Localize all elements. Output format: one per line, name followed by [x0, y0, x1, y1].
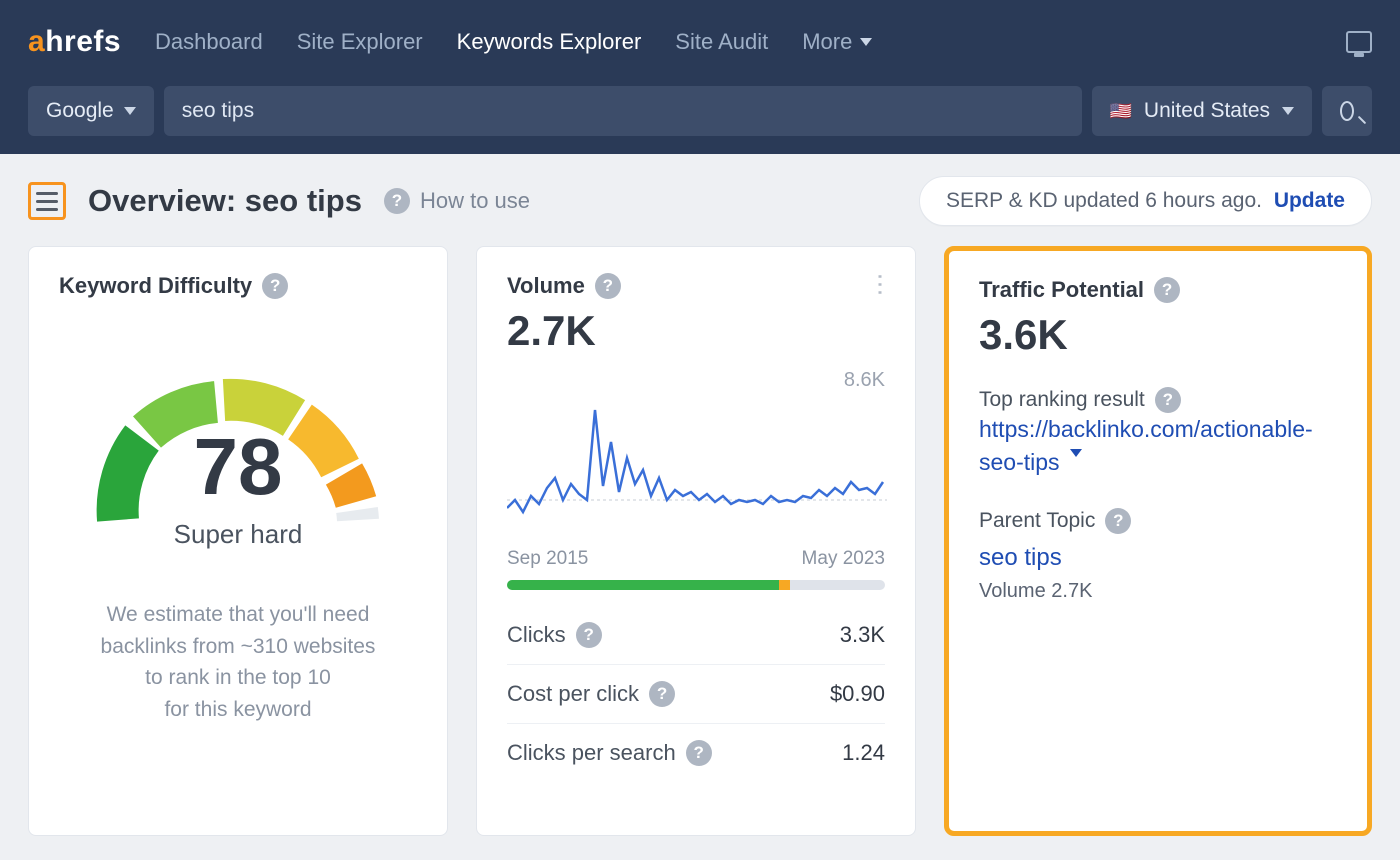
- nav-more[interactable]: More: [802, 29, 872, 55]
- kd-score: 78: [78, 427, 398, 507]
- metric-clicks: Clicks? 3.3K: [507, 606, 885, 664]
- keyword-input-value: seo tips: [182, 99, 254, 123]
- top-nav: ahrefs Dashboard Site Explorer Keywords …: [0, 0, 1400, 84]
- kd-gauge: 78 Super hard: [59, 335, 417, 545]
- nav-more-label: More: [802, 29, 852, 55]
- kd-note: We estimate that you'll need backlinks f…: [59, 599, 417, 725]
- kd-title: Keyword Difficulty: [59, 273, 252, 299]
- serp-status-pill: SERP & KD updated 6 hours ago. Update: [919, 176, 1372, 226]
- search-button[interactable]: [1322, 86, 1372, 136]
- country-select[interactable]: 🇺🇸 United States: [1092, 86, 1313, 136]
- nav-site-audit[interactable]: Site Audit: [675, 29, 768, 55]
- chevron-down-icon: [1282, 107, 1294, 115]
- kd-label: Super hard: [78, 519, 398, 550]
- page-header: Overview: seo tips ? How to use SERP & K…: [0, 154, 1400, 246]
- monitor-icon[interactable]: [1346, 31, 1372, 53]
- help-icon[interactable]: ?: [262, 273, 288, 299]
- volume-title: Volume: [507, 273, 585, 299]
- metric-value: $0.90: [830, 681, 885, 707]
- card-keyword-difficulty: Keyword Difficulty ? 78 Super hard: [28, 246, 448, 836]
- metric-label: Clicks per search: [507, 740, 676, 766]
- nav-dashboard[interactable]: Dashboard: [155, 29, 263, 55]
- country-label: United States: [1144, 99, 1270, 123]
- how-to-use-link[interactable]: ? How to use: [384, 188, 530, 214]
- nav-keywords-explorer[interactable]: Keywords Explorer: [457, 29, 642, 55]
- how-to-use-label: How to use: [420, 188, 530, 214]
- metric-cps: Clicks per search? 1.24: [507, 723, 885, 782]
- help-icon[interactable]: ?: [576, 622, 602, 648]
- tp-parent-topic-link[interactable]: seo tips: [979, 544, 1337, 572]
- brand-rest: hrefs: [45, 25, 121, 59]
- chevron-down-icon[interactable]: [1070, 457, 1082, 475]
- range-end: May 2023: [802, 548, 885, 570]
- overview-cards: Keyword Difficulty ? 78 Super hard: [0, 246, 1400, 836]
- brand-logo[interactable]: ahrefs: [28, 25, 121, 59]
- keyword-input[interactable]: seo tips: [164, 86, 1082, 136]
- range-start: Sep 2015: [507, 548, 588, 570]
- page-title: Overview: seo tips: [88, 183, 362, 219]
- kd-note-line: for this keyword: [69, 694, 407, 726]
- help-icon[interactable]: ?: [686, 740, 712, 766]
- metric-label: Cost per click: [507, 681, 639, 707]
- volume-value: 2.7K: [507, 307, 885, 355]
- help-icon[interactable]: ?: [649, 681, 675, 707]
- help-icon[interactable]: ?: [1154, 277, 1180, 303]
- kd-note-line: to rank in the top 10: [69, 662, 407, 694]
- search-engine-select[interactable]: Google: [28, 86, 154, 136]
- volume-range-slider[interactable]: [507, 580, 885, 590]
- volume-sparkline: [507, 400, 885, 540]
- flag-icon: 🇺🇸: [1110, 101, 1132, 122]
- metric-value: 3.3K: [840, 622, 885, 648]
- tp-title: Traffic Potential: [979, 277, 1144, 303]
- chevron-down-icon: [124, 107, 136, 115]
- sidebar-toggle-button[interactable]: [28, 182, 66, 220]
- card-traffic-potential: Traffic Potential ? 3.6K Top ranking res…: [944, 246, 1372, 836]
- metric-label: Clicks: [507, 622, 566, 648]
- more-menu-icon[interactable]: ⋯: [866, 273, 895, 299]
- tp-value: 3.6K: [979, 311, 1337, 359]
- search-row: Google seo tips 🇺🇸 United States: [0, 84, 1400, 154]
- tp-parent-volume: Volume 2.7K: [979, 580, 1337, 603]
- tp-parent-label: Parent Topic: [979, 509, 1095, 533]
- volume-peak: 8.6K: [507, 369, 885, 392]
- card-volume: ⋯ Volume ? 2.7K 8.6K Sep 2015 May 2023 C…: [476, 246, 916, 836]
- metric-cpc: Cost per click? $0.90: [507, 664, 885, 723]
- serp-status-text: SERP & KD updated 6 hours ago.: [946, 189, 1262, 213]
- nav-site-explorer[interactable]: Site Explorer: [297, 29, 423, 55]
- help-icon[interactable]: ?: [595, 273, 621, 299]
- help-icon[interactable]: ?: [1105, 508, 1131, 534]
- metric-value: 1.24: [842, 740, 885, 766]
- help-icon[interactable]: ?: [1155, 387, 1181, 413]
- search-engine-label: Google: [46, 99, 114, 123]
- volume-metrics: Clicks? 3.3K Cost per click? $0.90 Click…: [507, 606, 885, 782]
- search-icon: [1340, 101, 1354, 121]
- kd-note-line: We estimate that you'll need: [69, 599, 407, 631]
- help-icon: ?: [384, 188, 410, 214]
- chevron-down-icon: [860, 38, 872, 46]
- brand-letter-a: a: [28, 25, 45, 59]
- volume-date-range: Sep 2015 May 2023: [507, 548, 885, 570]
- tp-top-result-link[interactable]: https://backlinko.com/actionable-seo-tip…: [979, 416, 1313, 475]
- update-button[interactable]: Update: [1274, 189, 1345, 213]
- tp-top-result-label: Top ranking result: [979, 388, 1145, 412]
- kd-note-line: backlinks from ~310 websites: [69, 631, 407, 663]
